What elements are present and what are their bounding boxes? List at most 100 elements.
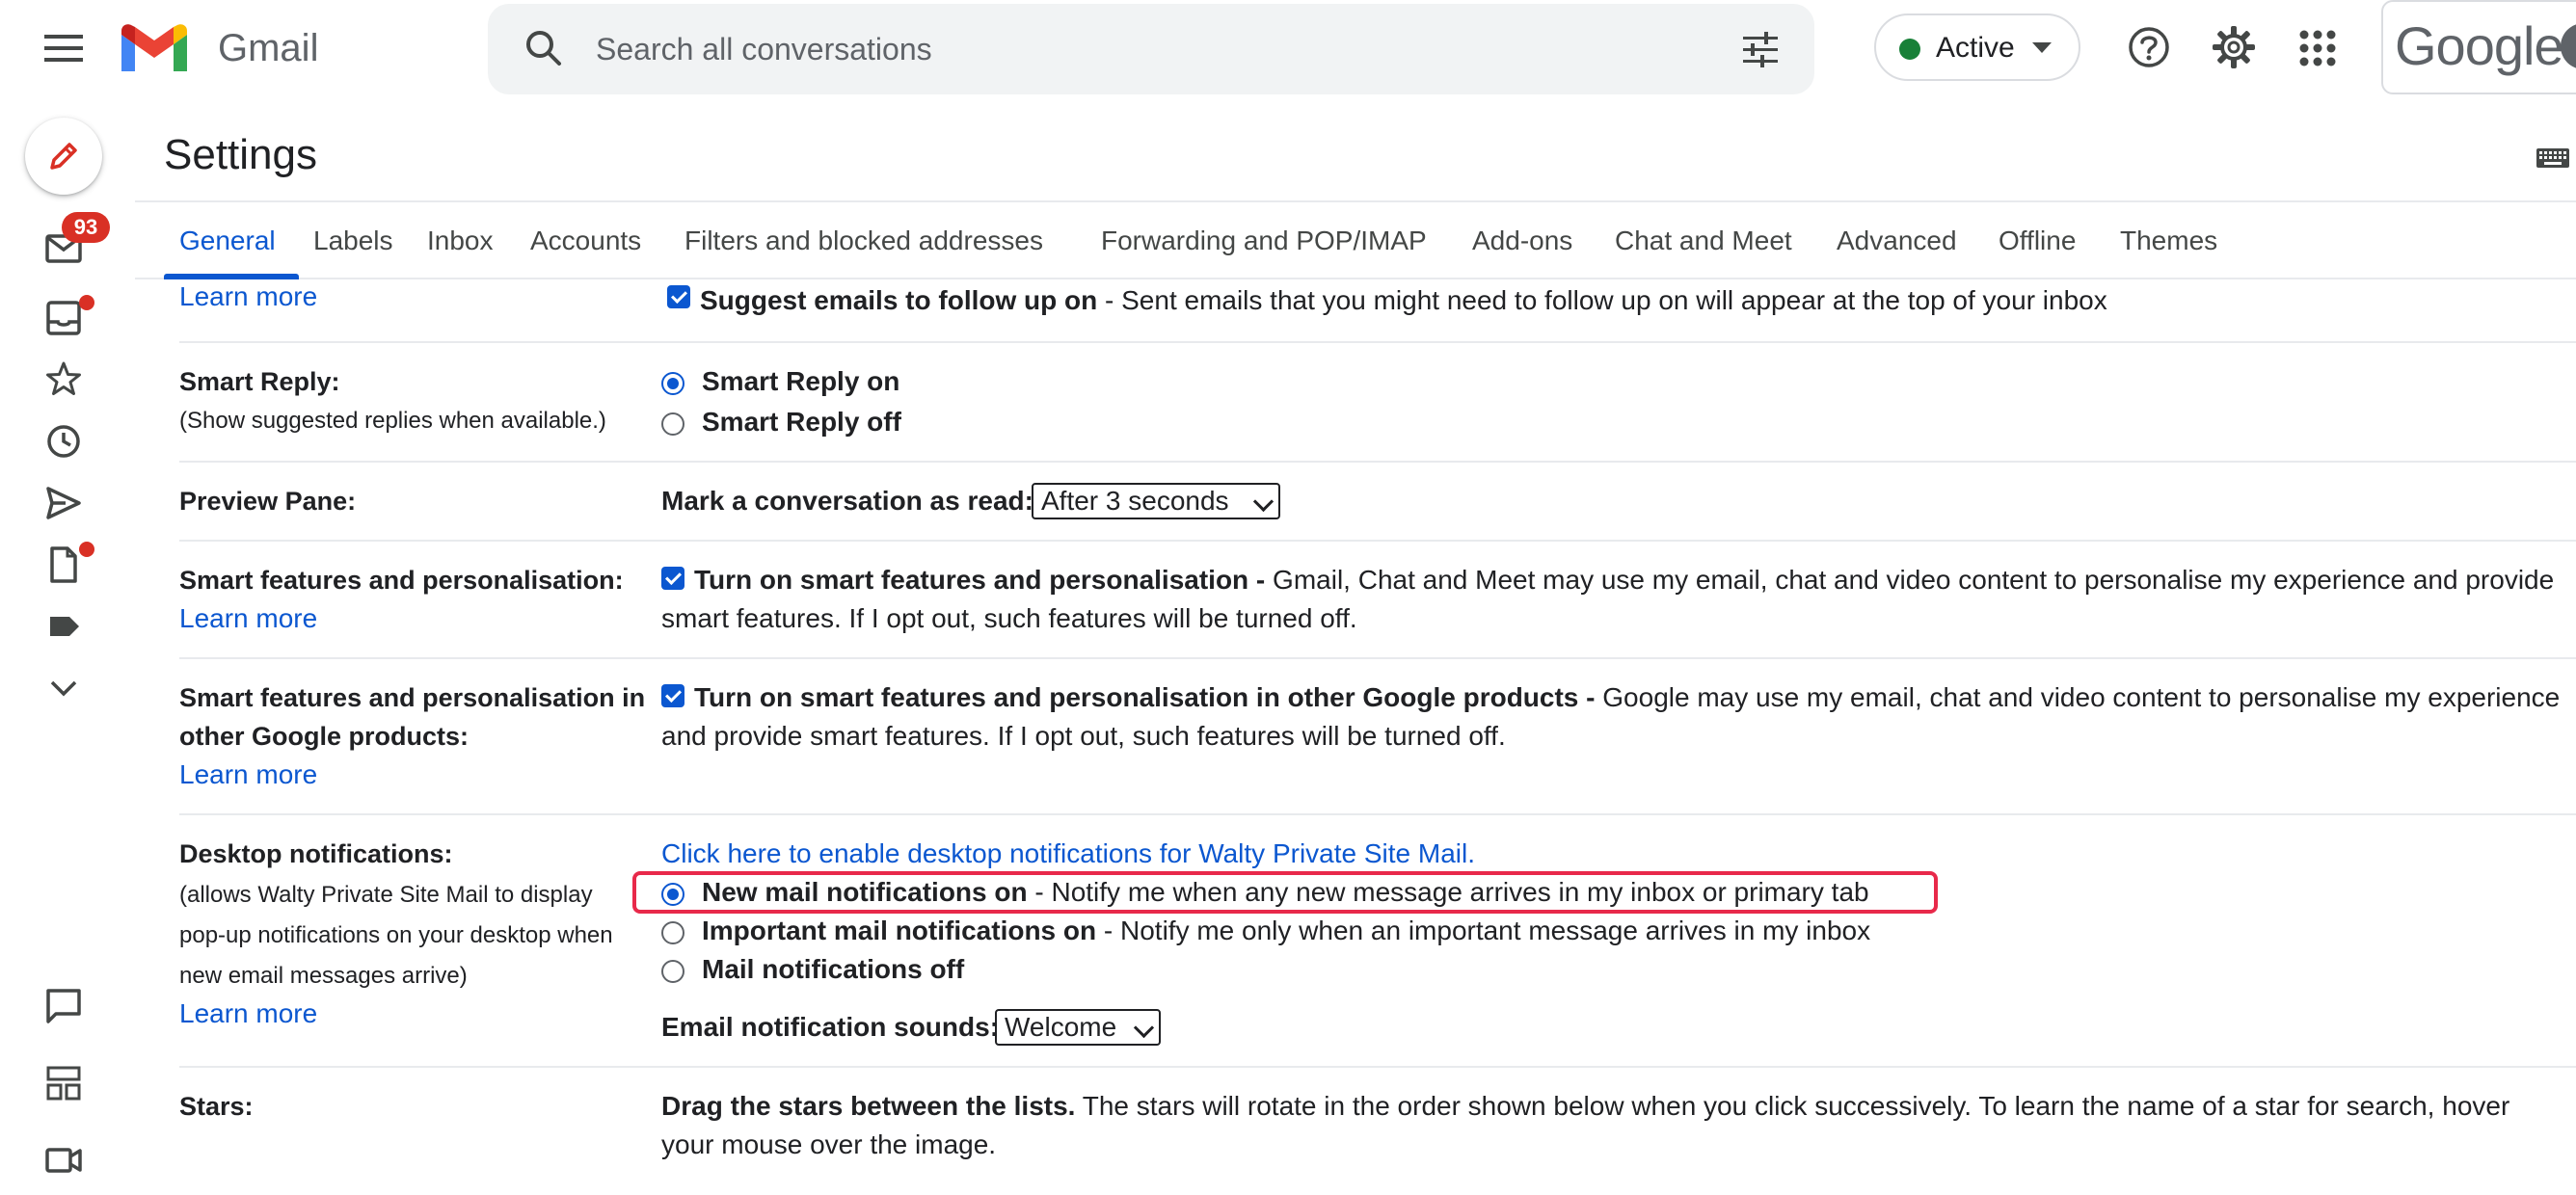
label-icon[interactable] [42, 605, 85, 648]
search-input[interactable] [594, 21, 1658, 77]
app-name: Gmail [218, 27, 319, 69]
keyboard-icon[interactable] [2536, 145, 2570, 172]
follow-up-description: - Sent emails that you might need to fol… [1097, 285, 2107, 315]
mark-read-value: After 3 seconds [1041, 486, 1229, 516]
tabs-divider-top [135, 200, 2576, 202]
notification-sounds-label: Email notification sounds: [661, 1012, 1000, 1042]
tune-icon[interactable] [1737, 27, 1784, 73]
inbox-unread-dot [79, 295, 94, 310]
smart-features-checkbox[interactable] [661, 567, 684, 590]
meet-icon[interactable] [42, 1139, 85, 1182]
star-icon[interactable] [42, 358, 85, 401]
smart-reply-label: Smart Reply: [179, 367, 340, 396]
row-divider [179, 540, 2576, 542]
unread-count-badge: 93 [62, 212, 110, 243]
smart-features-learn-more-link[interactable]: Learn more [179, 599, 317, 638]
notification-sounds-value: Welcome [1005, 1012, 1117, 1042]
tab-filters[interactable]: Filters and blocked addresses [684, 224, 1043, 258]
tab-advanced[interactable]: Advanced [1837, 224, 1957, 258]
smart-features-text-line1: Turn on smart features and personalisati… [694, 561, 2554, 599]
tab-accounts[interactable]: Accounts [530, 224, 641, 258]
desktop-notifications-sublabel-line2: pop-up notifications on your desktop whe… [179, 922, 613, 948]
stars-description: The stars will rotate in the order shown… [1075, 1091, 2510, 1121]
row-divider [179, 1066, 2576, 1068]
row-divider [179, 813, 2576, 815]
tab-chat-and-meet[interactable]: Chat and Meet [1615, 224, 1792, 258]
smart-reply-off-radio[interactable] [661, 412, 684, 436]
send-icon[interactable] [42, 482, 85, 524]
preview-pane-label: Preview Pane: [179, 487, 357, 516]
tab-add-ons[interactable]: Add-ons [1472, 224, 1572, 258]
status-label: Active [1936, 32, 2015, 64]
stars-text-line2: your mouse over the image. [661, 1129, 997, 1159]
smart-features-other-label-line2: other Google products: [179, 722, 469, 751]
smart-features-description: Gmail, Chat and Meet may use my email, c… [1265, 565, 2555, 595]
tab-themes[interactable]: Themes [2120, 224, 2217, 258]
desktop-notifications-sublabel-line1: (allows Walty Private Site Mail to displ… [179, 882, 593, 908]
tab-labels[interactable]: Labels [313, 224, 393, 258]
desktop-notifications-learn-more-link[interactable]: Learn more [179, 995, 317, 1033]
smart-features-other-description: Google may use my email, chat and video … [1595, 682, 2561, 712]
page-title: Settings [164, 131, 317, 178]
important-mail-notifications-option[interactable]: Important mail notifications on - Notify… [702, 912, 1870, 950]
tab-forwarding[interactable]: Forwarding and POP/IMAP [1101, 224, 1427, 258]
stars-drag-label: Drag the stars between the lists. [661, 1091, 1076, 1121]
important-mail-notifications-label: Important mail notifications on [702, 916, 1097, 945]
help-icon[interactable] [2125, 23, 2173, 71]
main-menu-button[interactable] [37, 21, 91, 75]
follow-up-checkbox[interactable] [667, 285, 690, 308]
follow-up-text: Suggest emails to follow up on - Sent em… [700, 281, 2107, 320]
smart-features-other-label-line1: Smart features and personalisation in [179, 683, 646, 712]
clock-icon[interactable] [42, 420, 85, 463]
chevron-down-icon [1252, 491, 1275, 513]
smart-features-other-text-line1: Turn on smart features and personalisati… [694, 678, 2560, 717]
search-icon[interactable] [521, 25, 567, 71]
row-divider [179, 461, 2576, 463]
pencil-icon [44, 137, 83, 175]
smart-features-text-line2: smart features. If I opt out, such featu… [661, 603, 1357, 633]
smart-reply-sublabel: (Show suggested replies when available.) [179, 408, 606, 434]
gear-icon[interactable] [2210, 23, 2258, 71]
tab-inbox[interactable]: Inbox [427, 224, 494, 258]
new-mail-notifications-label: New mail notifications on [702, 877, 1028, 907]
chat-icon[interactable] [42, 985, 85, 1027]
new-mail-notifications-radio[interactable] [661, 883, 684, 906]
new-mail-notifications-option[interactable]: New mail notifications on - Notify me wh… [702, 873, 1869, 912]
spaces-icon[interactable] [42, 1062, 85, 1104]
smart-features-label: Smart features and personalisation: [179, 566, 624, 595]
smart-reply-off-label[interactable]: Smart Reply off [702, 403, 901, 441]
mail-notifications-off-label[interactable]: Mail notifications off [702, 950, 964, 989]
gmail-logo[interactable] [118, 21, 191, 75]
row-divider [179, 657, 2576, 659]
tab-offline[interactable]: Offline [1999, 224, 2076, 258]
smart-features-other-learn-more-link[interactable]: Learn more [179, 756, 317, 794]
desktop-notifications-sublabel-line3: new email messages arrive) [179, 963, 468, 989]
status-dot-icon [1899, 39, 1920, 60]
mark-read-select[interactable]: After 3 seconds [1032, 483, 1280, 519]
tab-general[interactable]: General [179, 224, 276, 258]
mail-notifications-off-radio[interactable] [661, 960, 684, 983]
follow-up-learn-more-link[interactable]: Learn more [179, 278, 317, 316]
desktop-notifications-label: Desktop notifications: [179, 839, 453, 868]
smart-features-other-checkbox-label: Turn on smart features and personalisati… [694, 682, 1596, 712]
chevron-down-icon[interactable] [42, 667, 85, 709]
notification-sounds-select[interactable]: Welcome [995, 1009, 1161, 1046]
smart-reply-on-radio[interactable] [661, 372, 684, 395]
stars-text-line1: Drag the stars between the lists. The st… [661, 1087, 2509, 1126]
important-mail-notifications-radio[interactable] [661, 921, 684, 944]
caret-down-icon [2032, 42, 2052, 53]
follow-up-label: Suggest emails to follow up on [700, 285, 1098, 315]
stars-label: Stars: [179, 1092, 254, 1121]
tabs-divider-bottom [135, 278, 2576, 279]
row-divider [179, 341, 2576, 343]
smart-reply-on-label[interactable]: Smart Reply on [702, 362, 899, 401]
google-logo: Google [2395, 15, 2564, 76]
menu-icon [44, 35, 83, 62]
chevron-down-icon [1133, 1017, 1155, 1039]
mark-read-label: Mark a conversation as read: [661, 486, 1033, 516]
drafts-unread-dot [79, 542, 94, 557]
enable-desktop-notifications-link[interactable]: Click here to enable desktop notificatio… [661, 835, 1475, 873]
apps-grid-icon[interactable] [2296, 27, 2339, 69]
smart-features-other-checkbox[interactable] [661, 684, 684, 707]
smart-features-other-text-line2: and provide smart features. If I opt out… [661, 721, 1506, 751]
